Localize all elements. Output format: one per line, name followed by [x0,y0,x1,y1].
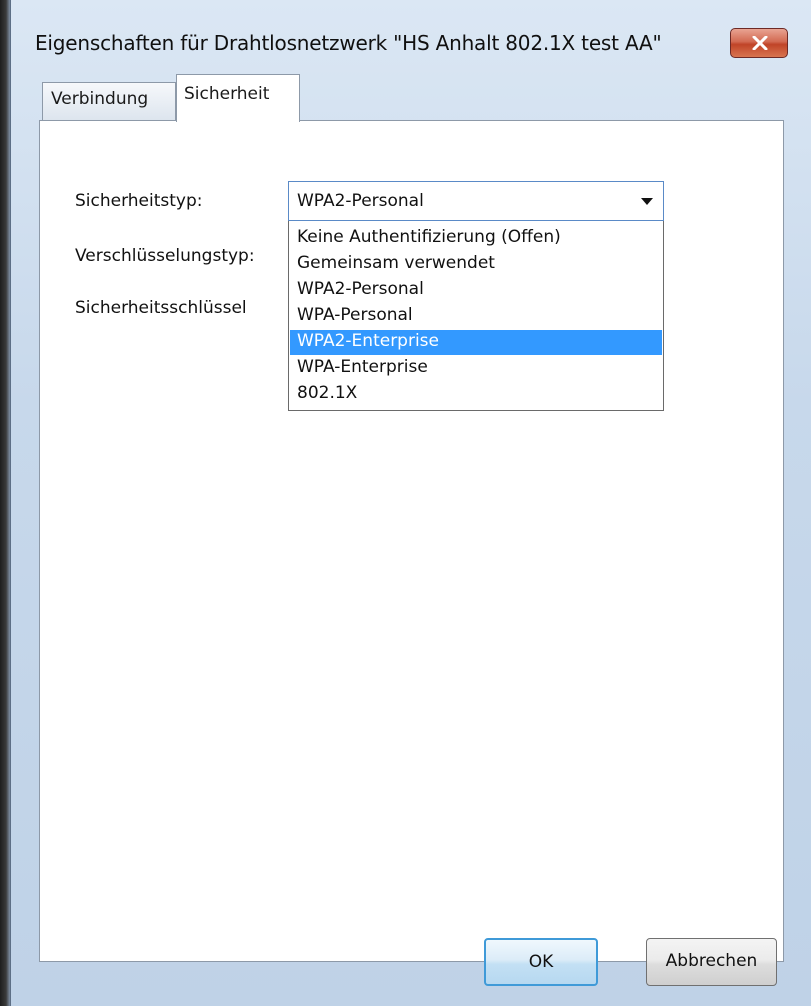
close-button[interactable] [730,28,788,58]
ok-button[interactable]: OK [484,938,598,986]
dropdown-option[interactable]: Gemeinsam verwendet [290,252,662,277]
security-type-label: Sicherheitstyp: [75,191,203,211]
dropdown-option[interactable]: 802.1X [290,382,662,407]
dropdown-option[interactable]: WPA-Personal [290,304,662,329]
security-type-value: WPA2-Personal [297,191,424,211]
dropdown-option[interactable]: WPA2-Personal [290,278,662,303]
tab-sicherheit-label: Sicherheit [184,84,270,104]
dropdown-option[interactable]: Keine Authentifizierung (Offen) [290,226,662,251]
encryption-type-label: Verschlüsselungstyp: [75,246,255,266]
tab-verbindung-label: Verbindung [51,89,149,109]
tab-verbindung[interactable]: Verbindung [42,82,176,120]
dropdown-option[interactable]: WPA2-Enterprise [290,330,662,355]
window-title: Eigenschaften für Drahtlosnetzwerk "HS A… [35,31,662,55]
background-window-edge [0,0,10,1006]
dropdown-option[interactable]: WPA-Enterprise [290,356,662,381]
cancel-button[interactable]: Abbrechen [646,938,777,986]
chevron-down-icon[interactable] [641,198,653,205]
tab-sicherheit[interactable]: Sicherheit [176,74,300,122]
security-type-dropdown-list: Keine Authentifizierung (Offen) Gemeinsa… [288,221,664,411]
security-type-select[interactable]: WPA2-Personal [288,181,664,221]
security-key-label: Sicherheitsschlüssel [75,298,247,318]
close-x-icon [752,36,768,50]
